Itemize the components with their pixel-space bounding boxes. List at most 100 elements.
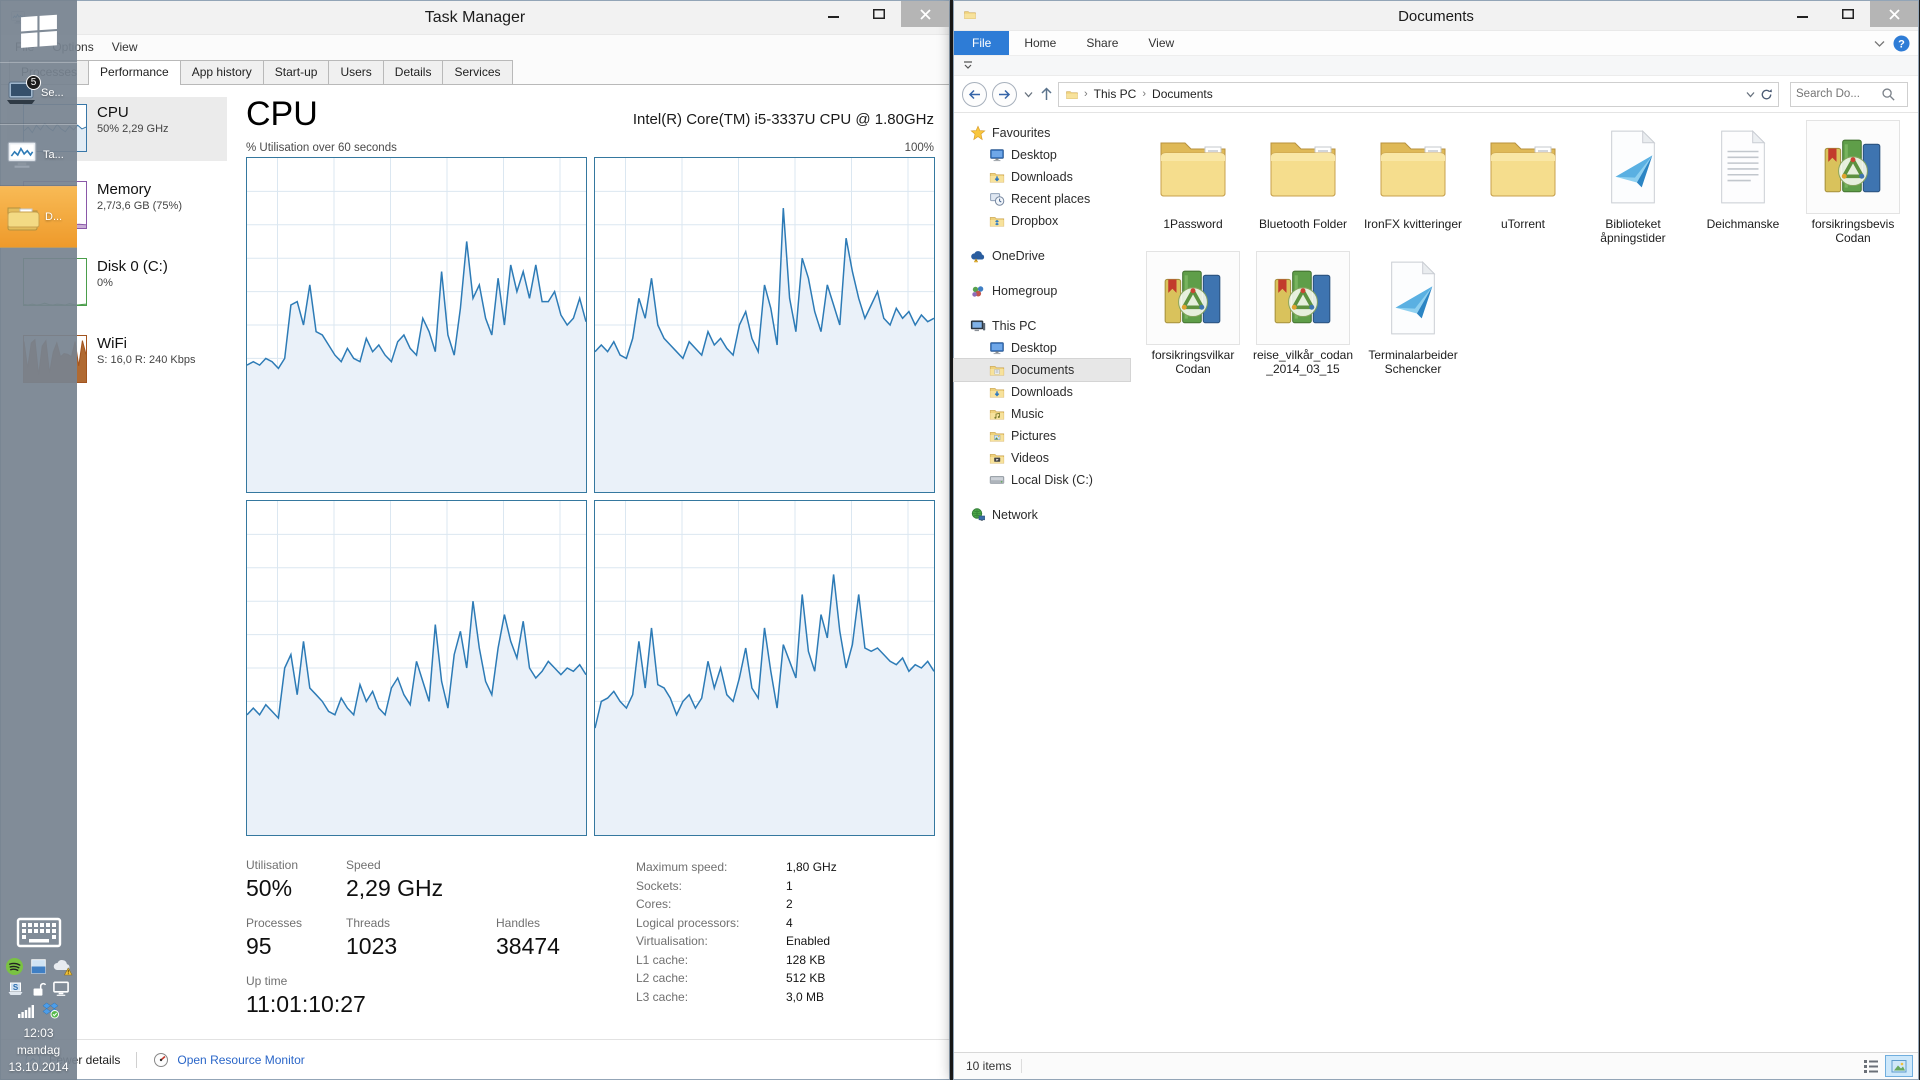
doc-plane-icon	[1602, 128, 1664, 206]
signal-strength-icon[interactable]	[17, 1001, 35, 1019]
close-button[interactable]	[1870, 1, 1918, 27]
cloud-warning-icon[interactable]	[53, 957, 73, 976]
ribbon-tab-share[interactable]: Share	[1071, 31, 1133, 55]
search-box[interactable]	[1790, 82, 1908, 107]
refresh-icon[interactable]	[1759, 87, 1774, 102]
menu-view[interactable]: View	[112, 40, 138, 54]
task-manager-window: Task Manager FileOptionsView ProcessesPe…	[0, 0, 950, 1080]
search-icon[interactable]	[1881, 87, 1896, 102]
nav-group-label: OneDrive	[992, 249, 1045, 263]
file-name: forsikringsbevis Codan	[1798, 217, 1908, 245]
file-item[interactable]: Deichmanske	[1688, 120, 1798, 245]
taskbar-app-label: Ta...	[43, 149, 64, 161]
nav-group-onedrive[interactable]: OneDrive	[954, 245, 1130, 267]
nav-item-label: Music	[1011, 407, 1044, 421]
tab-performance[interactable]: Performance	[88, 60, 181, 85]
taskbar-clock[interactable]: 12:03 mandag 13.10.2014	[0, 1025, 77, 1076]
explorer-body: FavouritesDesktopDownloadsRecent placesD…	[954, 114, 1918, 1052]
forward-button[interactable]	[992, 82, 1017, 107]
sidebar-item-detail: 0%	[97, 277, 221, 289]
breadcrumb-item-this-pc[interactable]: This PC	[1094, 87, 1137, 101]
file-item[interactable]: Terminalarbeider Schencker	[1358, 251, 1468, 376]
nav-group-this-pc[interactable]: This PC	[954, 315, 1130, 337]
nav-group-favourites[interactable]: Favourites	[954, 122, 1130, 144]
file-item[interactable]: reise_vilkår_codan_2014_03_15	[1248, 251, 1358, 376]
dropbox-folder-icon	[989, 213, 1005, 229]
nav-item-label: Recent places	[1011, 192, 1090, 206]
nav-item-videos[interactable]: Videos	[954, 447, 1130, 469]
large-icons-view-button[interactable]	[1886, 1056, 1912, 1076]
nav-group-network[interactable]: Network	[954, 504, 1130, 526]
minimize-button[interactable]	[1780, 1, 1825, 27]
nav-item-local-disk-c-[interactable]: Local Disk (C:)	[954, 469, 1130, 491]
minimize-button[interactable]	[811, 1, 856, 27]
quick-access-strip	[954, 56, 1918, 76]
nav-item-recent-places[interactable]: Recent places	[954, 188, 1130, 210]
file-name: forsikringsvilkar Codan	[1138, 348, 1248, 376]
ribbon-tab-view[interactable]: View	[1133, 31, 1189, 55]
tab-start-up[interactable]: Start-up	[263, 60, 330, 84]
nav-item-desktop[interactable]: Desktop	[954, 144, 1130, 166]
file-item[interactable]: uTorrent	[1468, 120, 1578, 245]
app-window-icon[interactable]	[30, 957, 47, 976]
details-view-button[interactable]	[1858, 1056, 1884, 1076]
spotify-icon[interactable]	[5, 957, 24, 976]
file-item[interactable]: Biblioteket åpningstider	[1578, 120, 1688, 245]
search-input[interactable]	[1796, 88, 1881, 100]
nav-group-label: Favourites	[992, 126, 1050, 140]
unlock-icon[interactable]	[30, 980, 46, 997]
tab-details[interactable]: Details	[383, 60, 444, 84]
ribbon-expand-icon[interactable]	[1874, 40, 1885, 48]
taskbar-app-d[interactable]: D...	[0, 186, 77, 248]
taskbar-app-label: Se...	[41, 87, 64, 99]
graph-max-label: 100%	[905, 142, 934, 154]
skype-icon[interactable]: S	[7, 980, 24, 997]
ribbon-tab-file[interactable]: File	[954, 31, 1009, 55]
back-button[interactable]	[962, 82, 987, 107]
nav-item-documents[interactable]: Documents	[954, 359, 1130, 381]
sidebar-item-name: CPU	[97, 104, 221, 121]
ribbon-tab-home[interactable]: Home	[1009, 31, 1071, 55]
tab-users[interactable]: Users	[328, 60, 383, 84]
nav-item-downloads[interactable]: Downloads	[954, 166, 1130, 188]
desktop-icon	[989, 340, 1005, 356]
ribbon-collapse-marker-icon[interactable]	[962, 60, 974, 71]
navigation-bar: ›This PC›Documents	[954, 76, 1918, 113]
recent-places-icon	[989, 191, 1005, 207]
tab-services[interactable]: Services	[442, 60, 512, 84]
maximize-button[interactable]	[1825, 1, 1870, 27]
cpu-heading: CPU	[246, 95, 318, 134]
up-button[interactable]	[1040, 87, 1053, 101]
open-resource-monitor-link[interactable]: Open Resource Monitor	[177, 1053, 304, 1067]
taskbar-app-se[interactable]: Se...5	[0, 62, 77, 124]
tab-app-history[interactable]: App history	[180, 60, 264, 84]
file-item[interactable]: IronFX kvitteringer	[1358, 120, 1468, 245]
nav-group-label: Network	[992, 508, 1038, 522]
nav-item-downloads[interactable]: Downloads	[954, 381, 1130, 403]
taskbar-app-ta[interactable]: Ta...	[0, 124, 77, 186]
dropbox-icon[interactable]	[41, 1001, 60, 1019]
nav-item-desktop[interactable]: Desktop	[954, 337, 1130, 359]
maximize-button[interactable]	[856, 1, 901, 27]
file-item[interactable]: 1Password	[1138, 120, 1248, 245]
file-item[interactable]: forsikringsvilkar Codan	[1138, 251, 1248, 376]
file-item[interactable]: Bluetooth Folder	[1248, 120, 1358, 245]
close-button[interactable]	[901, 1, 949, 27]
recent-locations-dropdown-icon[interactable]	[1022, 91, 1035, 98]
touch-keyboard-icon[interactable]	[16, 917, 62, 949]
breadcrumb-item-documents[interactable]: Documents	[1152, 87, 1213, 101]
nav-item-pictures[interactable]: Pictures	[954, 425, 1130, 447]
display-icon[interactable]	[52, 980, 70, 997]
help-icon[interactable]: ?	[1893, 35, 1910, 52]
nav-group-homegroup[interactable]: Homegroup	[954, 280, 1130, 302]
nav-item-dropbox[interactable]: Dropbox	[954, 210, 1130, 232]
explorer-titlebar[interactable]: Documents	[954, 1, 1918, 31]
file-item[interactable]: forsikringsbevis Codan	[1798, 120, 1908, 245]
task-manager-titlebar[interactable]: Task Manager	[1, 1, 949, 35]
start-button[interactable]	[0, 0, 77, 62]
stat-virtualisation-: Virtualisation:Enabled	[636, 932, 837, 951]
desktop-icon	[989, 147, 1005, 163]
address-bar[interactable]: ›This PC›Documents	[1058, 82, 1779, 107]
address-dropdown-icon[interactable]	[1746, 91, 1755, 98]
nav-item-music[interactable]: Music	[954, 403, 1130, 425]
